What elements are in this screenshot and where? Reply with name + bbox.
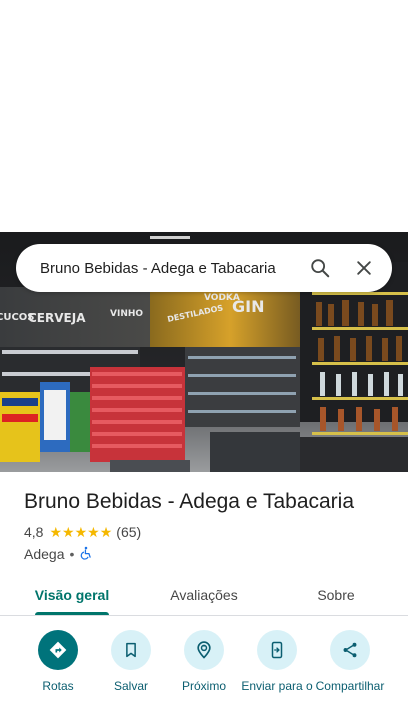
search-query[interactable]: Bruno Bebidas - Adega e Tabacaria (40, 260, 300, 277)
map-area[interactable] (0, 0, 408, 232)
search-bar[interactable]: Bruno Bebidas - Adega e Tabacaria (16, 244, 392, 292)
star-icon: ★ (87, 524, 100, 540)
directions-button[interactable]: Rotas (21, 630, 95, 693)
directions-icon (38, 630, 78, 670)
svg-text:VINHO: VINHO (110, 309, 143, 319)
star-icon: ★ (49, 524, 63, 540)
wheelchair-accessible-icon (79, 546, 93, 563)
tab-reviews[interactable]: Avaliações (136, 574, 272, 616)
bookmark-icon (111, 630, 151, 670)
tab-about[interactable]: Sobre (272, 574, 400, 616)
action-bar: Rotas Salvar Próximo Enviar para o Compa… (0, 630, 408, 704)
send-to-phone-label: Enviar para o (241, 679, 313, 693)
tab-overview[interactable]: Visão geral (0, 574, 144, 616)
rating-stars: ★ ★ ★ ★ ★ (49, 525, 112, 539)
nearby-icon (184, 630, 224, 670)
save-label: Salvar (113, 679, 148, 693)
place-category: Adega (24, 546, 65, 562)
tab-bar: Visão geral Avaliações Sobre (0, 574, 408, 616)
separator-dot: • (69, 546, 75, 562)
star-icon: ★ (99, 524, 113, 540)
share-button[interactable]: Compartilhar (313, 630, 387, 693)
save-button[interactable]: Salvar (94, 630, 168, 693)
send-to-phone-button[interactable]: Enviar para o (240, 630, 314, 699)
review-count[interactable]: (65) (116, 524, 141, 540)
share-icon (330, 630, 370, 670)
rating-row[interactable]: 4,8 ★ ★ ★ ★ ★ (65) (24, 523, 394, 541)
category-row: Adega • (24, 545, 394, 563)
nearby-button[interactable]: Próximo (167, 630, 241, 693)
share-label: Compartilhar (315, 679, 385, 693)
rating-value: 4,8 (24, 524, 44, 540)
send-to-phone-icon (257, 630, 297, 670)
close-icon[interactable] (344, 248, 384, 288)
place-details: Bruno Bebidas - Adega e Tabacaria 4,8 ★ … (24, 488, 394, 563)
place-title: Bruno Bebidas - Adega e Tabacaria (24, 490, 355, 513)
svg-text:CERVEJA: CERVEJA (28, 311, 86, 325)
star-icon: ★ (74, 524, 88, 540)
nearby-label: Próximo (181, 679, 226, 693)
star-icon: ★ (62, 524, 75, 540)
svg-text:GIN: GIN (232, 297, 264, 316)
directions-label: Rotas (42, 679, 74, 693)
active-tab-indicator (35, 612, 109, 615)
search-icon[interactable] (300, 248, 340, 288)
